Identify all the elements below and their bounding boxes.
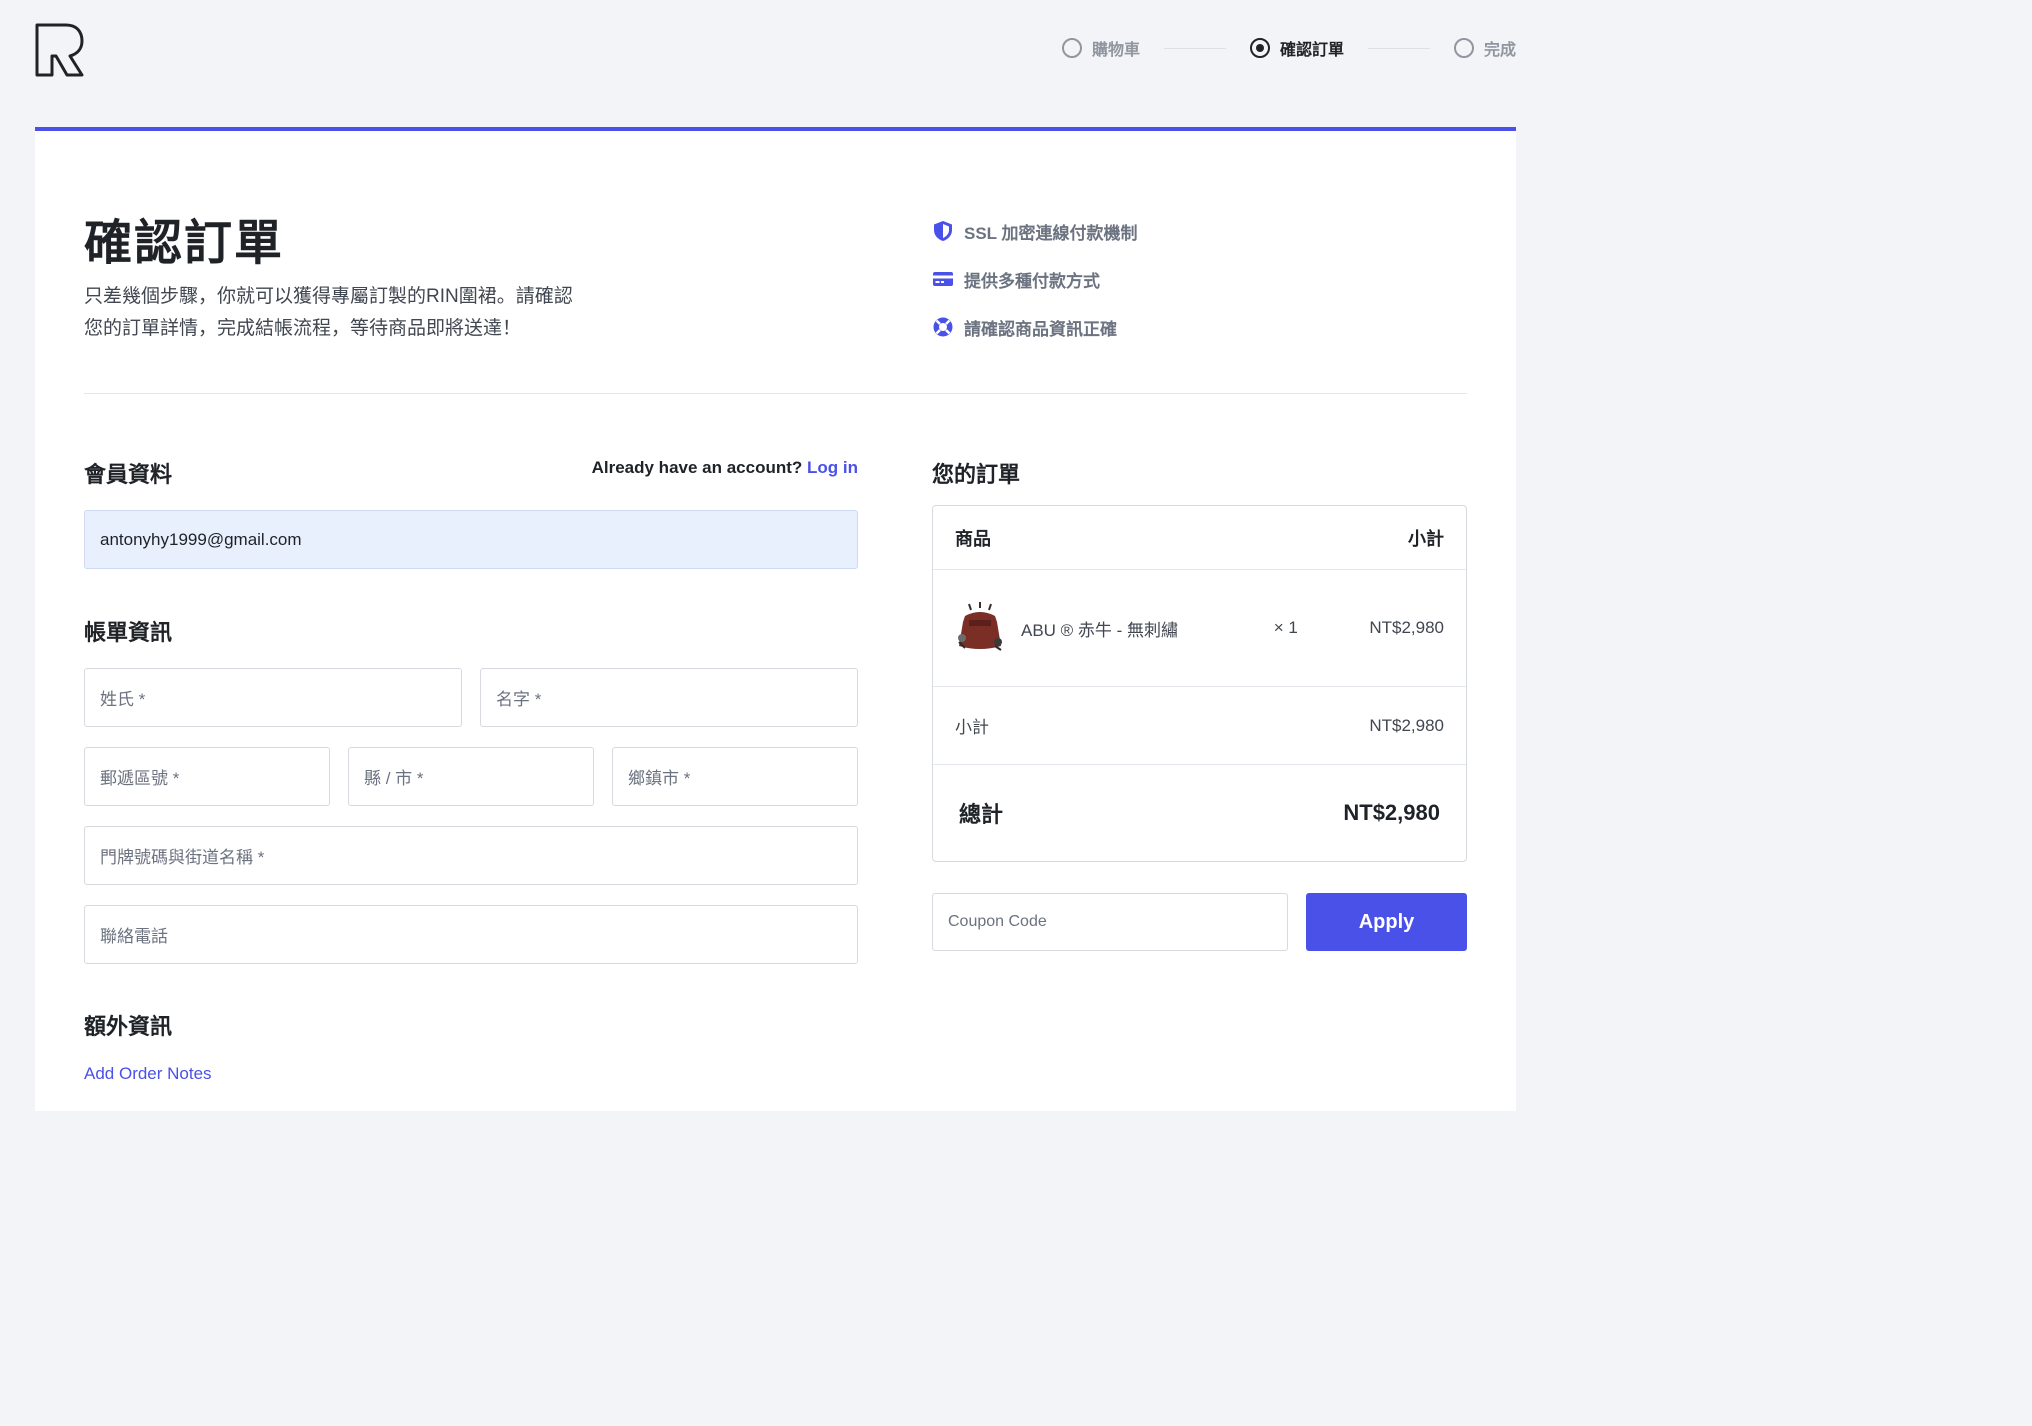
feature-verify-info: 請確認商品資訊正確 (932, 303, 1137, 351)
total-row: 總計 NT$2,980 (933, 765, 1466, 861)
feature-ssl: SSL 加密連線付款機制 (932, 207, 1137, 255)
member-section-title: 會員資料 (84, 462, 173, 487)
description-line: 您的訂單詳情，完成結帳流程，等待商品即將送達！ (84, 318, 522, 339)
step-connector (1367, 47, 1430, 49)
product-quantity: × 1 (1273, 618, 1298, 637)
order-summary-table: 商品 小計 ABU ® 赤牛 - 無刺繡 × 1 NT$2,980 小計 NT$… (932, 505, 1467, 862)
feature-payment-methods: 提供多種付款方式 (932, 255, 1137, 303)
coupon-code-input[interactable]: Coupon Code (932, 893, 1288, 951)
postal-code-field[interactable]: 郵遞區號 * (84, 747, 330, 806)
page-title: 確認訂單 (84, 217, 285, 270)
header-subtotal: 小計 (1408, 528, 1444, 549)
step-indicator-icon (1453, 38, 1474, 58)
product-thumbnail[interactable] (955, 602, 1005, 654)
extra-section-title: 額外資訊 (84, 1014, 173, 1039)
shield-icon (934, 221, 952, 241)
county-city-field[interactable]: 縣 / 市 * (348, 747, 594, 806)
order-table-header: 商品 小計 (933, 506, 1466, 570)
step-indicator-icon (1061, 38, 1082, 58)
add-order-notes-link[interactable]: Add Order Notes (84, 1064, 212, 1084)
order-item-info: ABU ® 赤牛 - 無刺繡 (955, 602, 1178, 654)
product-price: NT$2,980 (1369, 618, 1444, 637)
order-section-title: 您的訂單 (932, 462, 1021, 487)
checkout-steps: 購物車 確認訂單 完成 (1061, 36, 1516, 60)
step-confirm-order[interactable]: 確認訂單 (1249, 36, 1344, 60)
feature-label: 請確認商品資訊正確 (964, 319, 1117, 339)
last-name-field[interactable]: 姓氏 * (84, 668, 462, 727)
apply-coupon-button[interactable]: Apply (1306, 893, 1467, 951)
step-indicator-icon (1249, 38, 1270, 58)
subtotal-value: NT$2,980 (1369, 715, 1444, 735)
page-description: 只差幾個步驟，你就可以獲得專屬訂製的RIN圍裙。請確認 您的訂單詳情，完成結帳流… (84, 281, 624, 345)
product-name[interactable]: ABU ® 赤牛 - 無刺繡 (1021, 616, 1178, 641)
step-label: 完成 (1483, 42, 1516, 59)
feature-label: 提供多種付款方式 (964, 271, 1100, 291)
phone-field[interactable]: 聯絡電話 (84, 905, 858, 964)
lifebuoy-icon (933, 317, 953, 337)
total-label: 總計 (959, 802, 1004, 827)
credit-card-icon (933, 272, 953, 286)
feature-label: SSL 加密連線付款機制 (964, 223, 1138, 243)
total-value: NT$2,980 (1343, 800, 1440, 825)
brand-logo[interactable] (34, 22, 84, 78)
header-product: 商品 (955, 528, 991, 549)
section-divider (84, 393, 1467, 394)
step-cart[interactable]: 購物車 (1061, 36, 1140, 60)
order-item-row: ABU ® 赤牛 - 無刺繡 × 1 NT$2,980 (933, 570, 1466, 687)
first-name-field[interactable]: 名字 * (480, 668, 858, 727)
checkout-card: 確認訂單 只差幾個步驟，你就可以獲得專屬訂製的RIN圍裙。請確認 您的訂單詳情，… (35, 127, 1516, 1111)
login-link[interactable]: Log in (807, 458, 858, 477)
step-complete[interactable]: 完成 (1453, 36, 1516, 60)
step-label: 購物車 (1091, 42, 1140, 59)
account-hint: Already have an account? Log in (592, 458, 858, 478)
account-prompt: Already have an account? (591, 458, 803, 477)
step-label: 確認訂單 (1279, 42, 1344, 59)
subtotal-label: 小計 (955, 718, 989, 737)
billing-section-title: 帳單資訊 (84, 620, 173, 645)
email-field[interactable]: antonyhy1999@gmail.com (84, 510, 858, 569)
subtotal-row: 小計 NT$2,980 (933, 687, 1466, 765)
street-address-field[interactable]: 門牌號碼與街道名稱 * (84, 826, 858, 885)
step-connector (1163, 47, 1226, 49)
feature-list: SSL 加密連線付款機制 提供多種付款方式 請確認商品資訊正確 (932, 207, 1137, 351)
township-field[interactable]: 鄉鎮市 * (612, 747, 858, 806)
description-line: 只差幾個步驟，你就可以獲得專屬訂製的RIN圍裙。請確認 (84, 286, 573, 307)
